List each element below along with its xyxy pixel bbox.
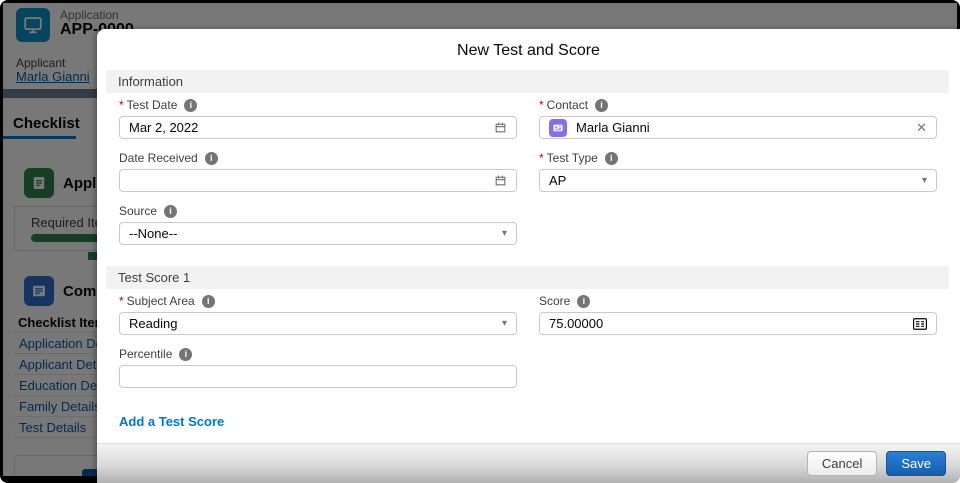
contact-label: Contact — [546, 98, 589, 112]
source-label: Source — [119, 204, 158, 218]
test-type-select[interactable]: AP ▾ — [539, 169, 937, 192]
info-icon[interactable]: i — [201, 294, 215, 308]
field-percentile: Percentile i — [119, 347, 517, 388]
chevron-down-icon: ▾ — [501, 318, 507, 329]
info-icon[interactable]: i — [204, 151, 218, 165]
calendar-icon[interactable] — [494, 121, 507, 134]
score-input[interactable]: 75.00000 — [539, 312, 937, 335]
modal-footer: Cancel Save — [97, 443, 960, 483]
info-icon[interactable]: i — [164, 204, 178, 218]
field-label: * Test Date i — [119, 98, 517, 112]
info-icon[interactable]: i — [184, 98, 198, 112]
info-icon[interactable]: i — [179, 347, 193, 361]
chevron-down-icon: ▾ — [501, 228, 507, 239]
field-date-received: Date Received i — [119, 151, 517, 192]
field-label: Source i — [119, 204, 517, 218]
date-received-label: Date Received — [119, 151, 198, 165]
section-header-test-score-1: Test Score 1 — [106, 266, 949, 289]
test-date-value: Mar 2, 2022 — [129, 120, 199, 135]
field-score: Score i 75.00000 — [539, 294, 937, 335]
info-icon[interactable]: i — [577, 294, 591, 308]
test-type-label: Test Type — [546, 151, 598, 165]
percentile-input[interactable] — [119, 365, 517, 388]
field-subject-area: * Subject Area i Reading ▾ — [119, 294, 517, 335]
source-value: --None-- — [129, 226, 178, 241]
section-header-information: Information — [106, 70, 949, 93]
cancel-button[interactable]: Cancel — [806, 451, 878, 476]
subject-area-select[interactable]: Reading ▾ — [119, 312, 517, 335]
info-icon[interactable]: i — [595, 98, 609, 112]
field-label: Date Received i — [119, 151, 517, 165]
field-label: * Contact i — [539, 98, 937, 112]
subject-area-value: Reading — [129, 316, 178, 331]
required-asterisk: * — [119, 98, 124, 112]
calendar-icon[interactable] — [494, 174, 507, 187]
test-date-label: Test Date — [126, 98, 178, 112]
test-score-fields: * Subject Area i Reading ▾ Score i 75.00… — [97, 289, 960, 400]
info-icon[interactable]: i — [604, 151, 618, 165]
number-keypad-icon — [913, 317, 927, 330]
new-test-and-score-modal: New Test and Score Information * Test Da… — [97, 29, 960, 483]
field-label: Score i — [539, 294, 937, 308]
percentile-label: Percentile — [119, 347, 173, 361]
field-test-date: * Test Date i Mar 2, 2022 — [119, 98, 517, 139]
test-date-input[interactable]: Mar 2, 2022 — [119, 116, 517, 139]
save-button[interactable]: Save — [886, 451, 946, 476]
required-asterisk: * — [119, 294, 124, 308]
modal-title: New Test and Score — [457, 42, 600, 59]
required-asterisk: * — [539, 98, 544, 112]
score-label: Score — [539, 294, 571, 308]
contact-value: Marla Gianni — [576, 120, 650, 135]
remove-contact-icon[interactable]: ✕ — [916, 120, 927, 136]
score-value: 75.00000 — [549, 316, 604, 331]
field-label: * Subject Area i — [119, 294, 517, 308]
required-asterisk: * — [539, 151, 544, 165]
field-test-type: * Test Type i AP ▾ — [539, 151, 937, 192]
date-received-input[interactable] — [119, 169, 517, 192]
test-type-value: AP — [549, 173, 567, 188]
window-frame: Application APP-0000 Applicant Marla Gia… — [0, 0, 960, 483]
field-label: * Test Type i — [539, 151, 937, 165]
contact-icon — [549, 118, 567, 137]
source-select[interactable]: --None-- ▾ — [119, 222, 517, 245]
information-fields: * Test Date i Mar 2, 2022 * Contact i Ma… — [97, 93, 960, 257]
chevron-down-icon: ▾ — [921, 175, 927, 186]
field-label: Percentile i — [119, 347, 517, 361]
subject-area-label: Subject Area — [126, 294, 195, 308]
contact-lookup-input[interactable]: Marla Gianni ✕ — [539, 116, 937, 139]
field-source: Source i --None-- ▾ — [119, 204, 517, 245]
add-test-score-link[interactable]: Add a Test Score — [119, 414, 224, 429]
field-contact: * Contact i Marla Gianni ✕ — [539, 98, 937, 139]
